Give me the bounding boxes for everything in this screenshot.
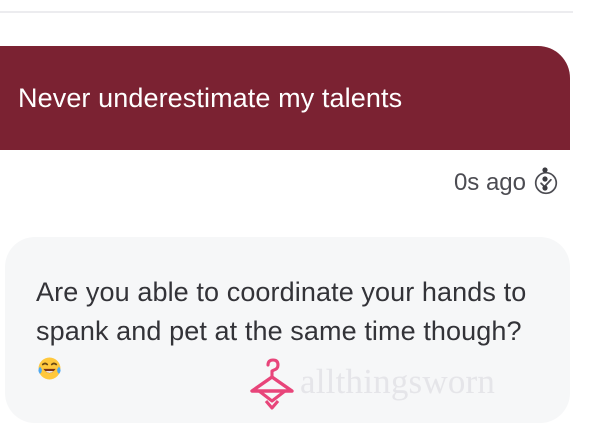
received-message-text: Are you able to coordinate your hands to… [36, 277, 527, 346]
watermark-text: allthingsworn [300, 362, 496, 401]
laughing-crying-emoji-icon [36, 354, 63, 381]
watermark-hanger-logo-icon [244, 358, 300, 414]
more-vertical-icon [540, 165, 550, 198]
chat-thread: Never underestimate my talents 0s ago Ar… [0, 0, 600, 439]
top-divider [0, 11, 573, 13]
message-options-button[interactable] [537, 165, 553, 198]
message-timestamp: 0s ago [453, 169, 526, 196]
sent-message-text: Never underestimate my talents [18, 83, 403, 113]
